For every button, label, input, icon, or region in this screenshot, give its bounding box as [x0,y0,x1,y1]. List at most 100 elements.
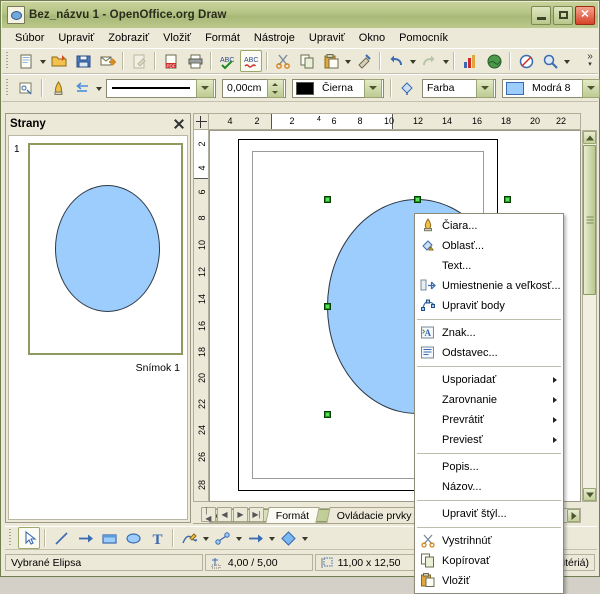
close-button[interactable]: ✕ [575,5,595,25]
page-thumbnail[interactable] [28,143,183,355]
basic-shapes-tool-icon[interactable] [277,527,299,549]
line-width-field[interactable]: 0,00cm [222,78,286,98]
vertical-scroll-thumb[interactable] [583,145,596,295]
line-arrow-styles-icon[interactable] [15,77,37,99]
basic-shapes-dropdown-icon[interactable] [300,527,309,549]
ctx-odstavec[interactable]: Odstavec... [415,343,563,363]
maximize-button[interactable] [553,5,573,25]
ctx-umiestnenie-velkost[interactable]: Umiestnenie a veľkosť... [415,276,563,296]
area-style-icon[interactable] [396,77,418,99]
tab-ovladacie-prvky[interactable]: Ovládacie prvky [326,507,423,523]
selection-handle-w[interactable] [324,303,331,310]
hyperlink-icon[interactable] [515,50,537,72]
image-icon[interactable] [483,50,505,72]
save-icon[interactable] [72,50,94,72]
clone-formatting-icon[interactable] [353,50,375,72]
arrow-styles-dropdown-icon[interactable] [267,527,276,549]
line-style-combo[interactable] [106,78,216,98]
line-color-dropdown-icon[interactable] [364,78,382,98]
close-icon[interactable] [172,117,186,131]
horizontal-ruler[interactable]: 4 2 2 4 6 8 10 12 14 16 18 20 22 24 [209,113,581,130]
new-document-dropdown-icon[interactable] [38,50,47,72]
autospellcheck-icon[interactable]: ABC [240,50,262,72]
tab-prev-button[interactable]: ◀ [217,507,232,522]
selection-handle-nw[interactable] [324,196,331,203]
ctx-vystrihnut[interactable]: Vystrihnúť [415,531,563,551]
menu-okno[interactable]: Okno [352,30,392,46]
line-style-dropdown-icon[interactable] [196,78,214,98]
curve-tool-icon[interactable] [178,527,200,549]
ctx-ciara[interactable]: Čiara... [415,216,563,236]
export-pdf-icon[interactable]: PDF [160,50,182,72]
menu-nastroje[interactable]: Nástroje [247,30,302,46]
ctx-vlozit[interactable]: Vložiť [415,571,563,591]
fill-color-combo[interactable]: Modrá 8 [502,78,600,98]
tab-last-button[interactable]: ▶| [249,507,264,522]
vertical-ruler[interactable]: 2 4 6 8 10 12 14 16 18 20 22 24 26 28 [193,130,209,502]
menu-upravit[interactable]: Upraviť [51,30,101,46]
scroll-up-button[interactable] [583,131,596,144]
ctx-znak[interactable]: A Znak... [415,323,563,343]
line-color-combo[interactable]: Čierna [292,78,384,98]
new-document-icon[interactable] [15,50,37,72]
ctx-kopirovat[interactable]: Kopírovať [415,551,563,571]
open-document-icon[interactable] [48,50,70,72]
fill-color-dropdown-icon[interactable] [582,78,600,98]
menu-zobrazit[interactable]: Zobraziť [101,30,156,46]
selection-handle-ne[interactable] [504,196,511,203]
interaction-dropdown-icon[interactable] [94,77,103,99]
toolbar-overflow-button[interactable]: » ▾ [582,48,598,74]
zoom-dropdown-icon[interactable] [562,50,571,72]
curve-dropdown-icon[interactable] [201,527,210,549]
menu-format[interactable]: Formát [198,30,247,46]
text-tool-icon[interactable]: T [146,527,168,549]
undo-dropdown-icon[interactable] [408,50,417,72]
toolbar-grip[interactable] [4,52,11,70]
ctx-previest[interactable]: Previesť [415,430,563,450]
minimize-button[interactable] [531,5,551,25]
ctx-upravit-body[interactable]: Upraviť body [415,296,563,316]
drawing-toolbar-grip[interactable] [7,529,14,547]
arrow-styles-tool-icon[interactable] [244,527,266,549]
ctx-oblast[interactable]: Oblasť... [415,236,563,256]
interaction-icon[interactable] [71,77,93,99]
vertical-scrollbar[interactable] [582,130,597,502]
redo-dropdown-icon[interactable] [441,50,450,72]
menu-upravit-2[interactable]: Upraviť [302,30,352,46]
ctx-upravit-styl[interactable]: Upraviť štýl... [415,504,563,524]
fontwork-icon[interactable] [47,77,69,99]
print-icon[interactable] [184,50,206,72]
redo-icon[interactable] [418,50,440,72]
scroll-down-button[interactable] [583,488,596,501]
ctx-text[interactable]: Text... [415,256,563,276]
ctx-zarovnanie[interactable]: Zarovnanie [415,390,563,410]
selection-handle-n[interactable] [414,196,421,203]
tab-next-button[interactable]: ▶ [233,507,248,522]
selection-handle-sw[interactable] [324,411,331,418]
line-tool-icon[interactable] [50,527,72,549]
zoom-icon[interactable] [539,50,561,72]
rectangle-tool-icon[interactable] [98,527,120,549]
arrow-tool-icon[interactable] [74,527,96,549]
ctx-prevratit[interactable]: Prevrátiť [415,410,563,430]
connector-tool-icon[interactable] [211,527,233,549]
edit-file-icon[interactable] [128,50,150,72]
tab-format[interactable]: Formát [265,507,320,523]
fill-style-combo[interactable]: Farba [422,78,496,98]
chart-icon[interactable] [459,50,481,72]
connector-dropdown-icon[interactable] [234,527,243,549]
fill-style-dropdown-icon[interactable] [476,78,494,98]
ctx-nazov[interactable]: Názov... [415,477,563,497]
menu-subor[interactable]: Súbor [8,30,51,46]
ctx-usporiadat[interactable]: Usporiadať [415,370,563,390]
copy-icon[interactable] [296,50,318,72]
menu-vlozit[interactable]: Vložiť [156,30,198,46]
select-tool-icon[interactable] [18,527,40,549]
spellcheck-icon[interactable]: ABC [216,50,238,72]
paste-icon[interactable] [320,50,342,72]
menu-pomocnik[interactable]: Pomocník [392,30,455,46]
line-width-stepper[interactable] [267,78,284,98]
line-fill-toolbar-grip[interactable] [4,79,11,97]
tab-first-button[interactable]: |◀ [201,506,216,522]
undo-icon[interactable] [385,50,407,72]
